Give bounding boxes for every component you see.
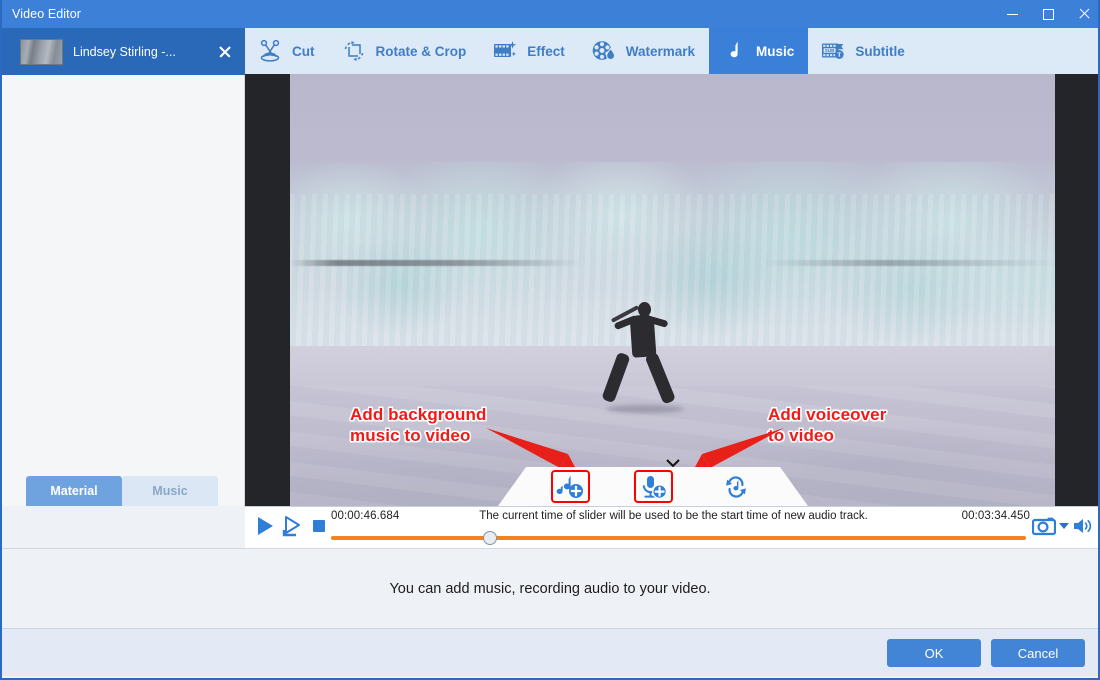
music-note-icon bbox=[730, 41, 738, 58]
sidebar-tab-material[interactable]: Material bbox=[26, 476, 122, 506]
tab-rotate-crop[interactable]: Rotate & Crop bbox=[329, 28, 481, 74]
sidebar-tab-material-label: Material bbox=[50, 484, 98, 498]
replace-audio-button[interactable] bbox=[717, 470, 756, 503]
tab-watermark-label: Watermark bbox=[625, 43, 696, 59]
timeline-track[interactable] bbox=[331, 536, 1026, 540]
tab-effect[interactable]: Effect bbox=[480, 28, 579, 74]
audio-action-panel bbox=[498, 467, 808, 506]
annotation-voiceover: Add voiceover to video bbox=[768, 405, 887, 446]
file-name-label: Lindsey Stirling -... bbox=[73, 44, 176, 59]
tab-music-label: Music bbox=[756, 43, 795, 59]
tab-effect-label: Effect bbox=[527, 43, 565, 59]
video-thumbnail bbox=[20, 38, 63, 65]
editor-toolbar: Cut Rotate & Crop Effect Watermark Music… bbox=[245, 28, 1098, 74]
timeline-slider[interactable] bbox=[331, 531, 1026, 545]
maximize-icon bbox=[1042, 8, 1054, 20]
total-time-label: 00:03:34.450 bbox=[961, 510, 1030, 522]
camera-icon[interactable] bbox=[1032, 516, 1056, 536]
material-sidebar: Lindsey Stirling -... Material Music bbox=[2, 28, 245, 506]
tab-music[interactable]: Music bbox=[709, 28, 809, 74]
title-bar: Video Editor bbox=[2, 0, 1098, 28]
tab-cut-label: Cut bbox=[292, 43, 315, 59]
close-icon bbox=[1078, 8, 1090, 20]
add-background-music-button[interactable] bbox=[550, 470, 590, 503]
rotate-crop-icon bbox=[344, 41, 363, 61]
film-sparkle-icon bbox=[494, 41, 517, 57]
video-editor-window: Video Editor Lindsey Stirling -... Mater… bbox=[0, 0, 1100, 680]
sidebar-tab-music[interactable]: Music bbox=[122, 476, 218, 506]
close-button[interactable] bbox=[1066, 0, 1098, 28]
timeline-thumb[interactable] bbox=[483, 531, 497, 545]
sidebar-tab-music-label: Music bbox=[152, 484, 188, 498]
tab-cut[interactable]: Cut bbox=[245, 28, 329, 74]
tab-subtitle-label: Subtitle bbox=[855, 43, 905, 59]
remove-file-icon[interactable] bbox=[217, 44, 233, 60]
ok-button[interactable]: OK bbox=[887, 639, 981, 667]
scissors-icon bbox=[260, 39, 280, 62]
sidebar-tabs: Material Music bbox=[26, 476, 218, 506]
dialog-footer: OK Cancel bbox=[2, 628, 1098, 676]
tab-watermark[interactable]: Watermark bbox=[579, 28, 709, 74]
window-controls bbox=[994, 0, 1098, 28]
tab-subtitle[interactable]: SUB T Subtitle bbox=[808, 28, 919, 74]
window-title: Video Editor bbox=[12, 7, 82, 21]
subtitle-icon: SUB T bbox=[822, 43, 845, 59]
speaker-icon[interactable] bbox=[1072, 516, 1094, 536]
annotation-background-music: Add background music to video bbox=[350, 405, 487, 446]
audio-swap-icon bbox=[726, 475, 746, 498]
transport-bar: 00:00:46.684 The current time of slider … bbox=[245, 506, 1098, 548]
microphone-plus-icon bbox=[642, 475, 668, 499]
minimize-button[interactable] bbox=[994, 0, 1030, 28]
info-panel: You can add music, recording audio to yo… bbox=[2, 548, 1098, 628]
tab-rotate-crop-label: Rotate & Crop bbox=[375, 43, 467, 59]
chevron-down-icon[interactable] bbox=[666, 459, 680, 468]
video-violinist bbox=[601, 302, 684, 413]
add-voiceover-button[interactable] bbox=[633, 470, 673, 503]
file-list-item[interactable]: Lindsey Stirling -... bbox=[2, 28, 245, 75]
maximize-button[interactable] bbox=[1030, 0, 1066, 28]
music-note-plus-icon bbox=[556, 475, 583, 498]
caret-down-icon[interactable] bbox=[1059, 523, 1069, 529]
info-message: You can add music, recording audio to yo… bbox=[389, 580, 711, 597]
minimize-icon bbox=[1006, 13, 1018, 15]
cancel-button[interactable]: Cancel bbox=[991, 639, 1085, 667]
transport-right-controls bbox=[1032, 516, 1094, 536]
svg-text:SUB: SUB bbox=[825, 48, 835, 53]
video-horizon bbox=[290, 260, 1055, 266]
film-reel-drop-icon bbox=[592, 41, 615, 61]
